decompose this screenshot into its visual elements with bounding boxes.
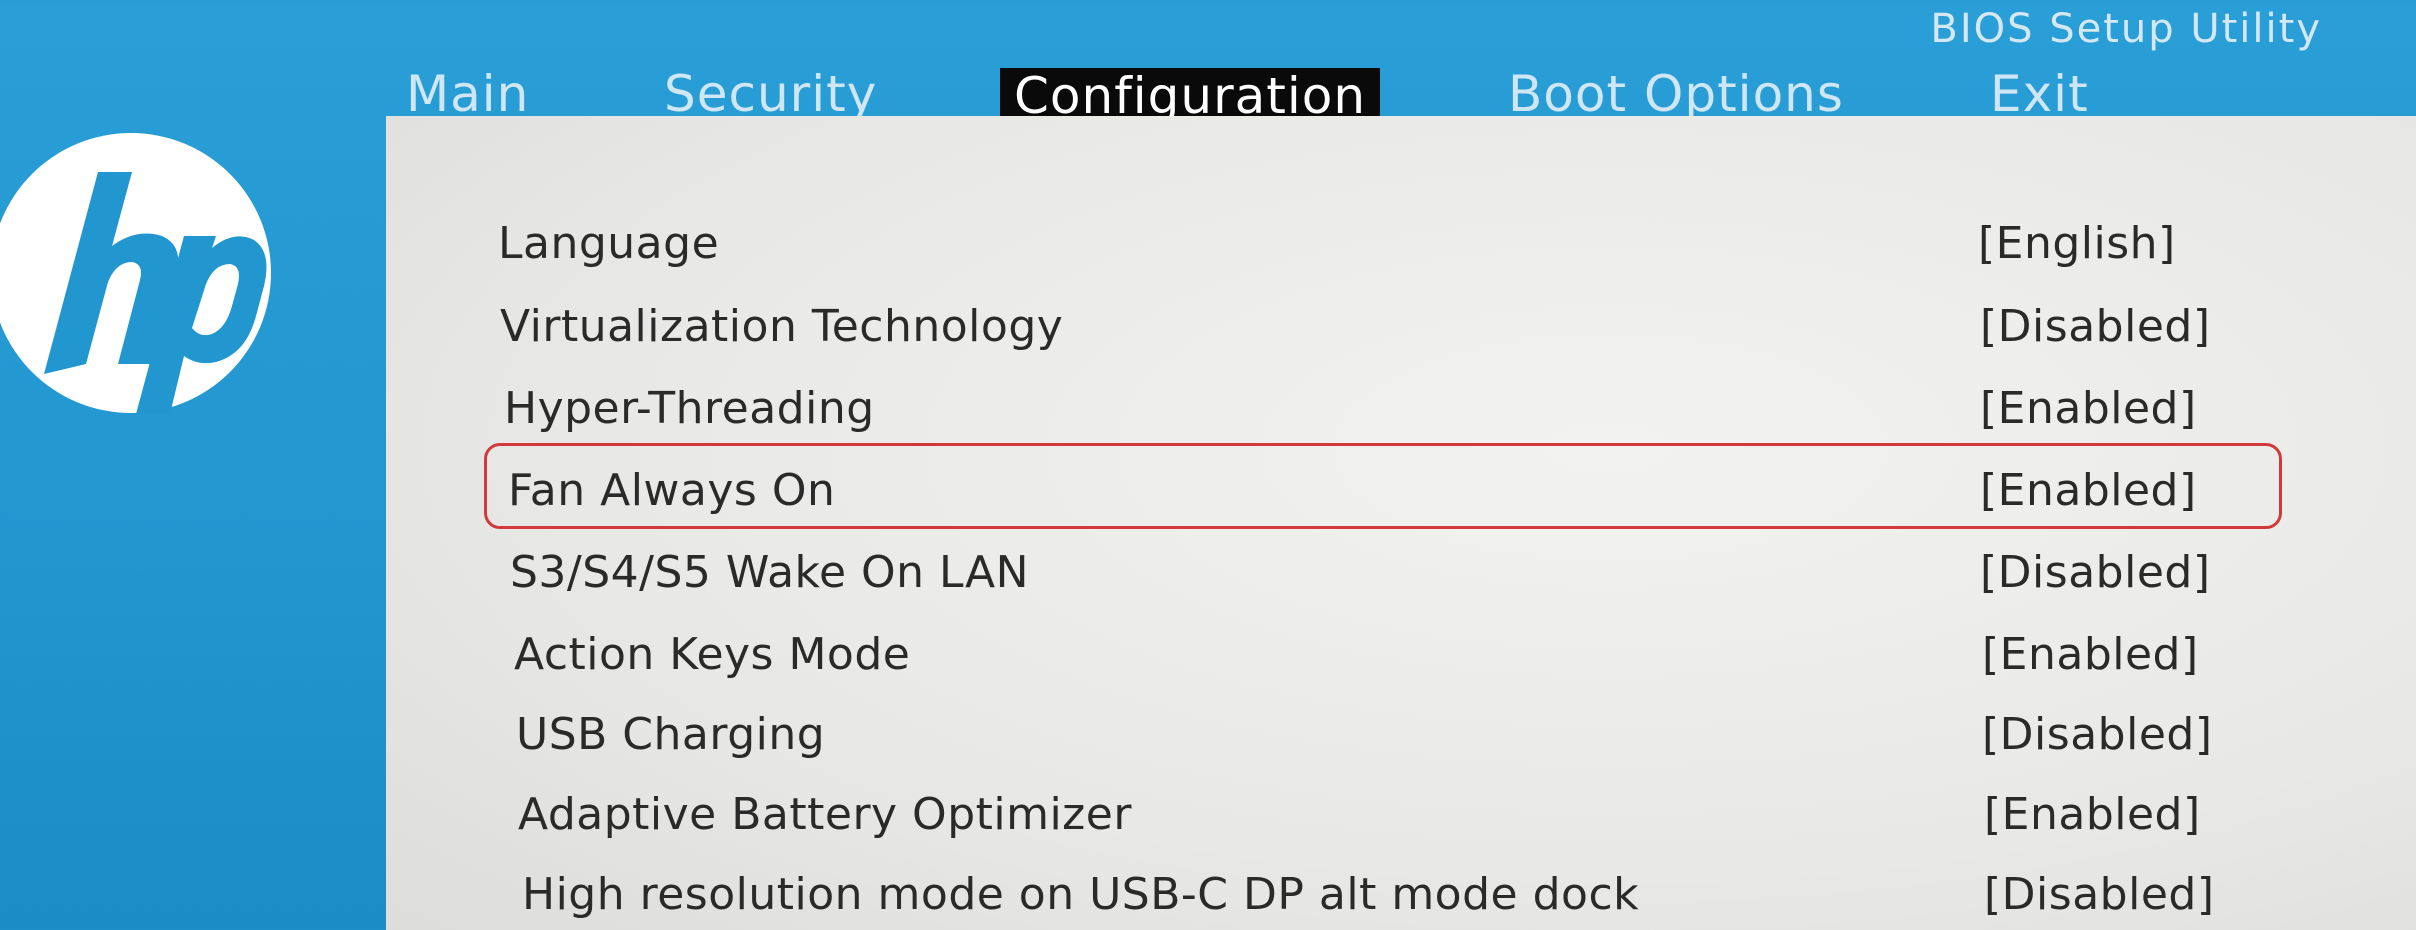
setting-label: Action Keys Mode: [514, 629, 911, 680]
setting-value[interactable]: [Enabled]: [1980, 374, 2197, 444]
setting-label: Virtualization Technology: [500, 301, 1064, 352]
setting-label: Language: [498, 218, 720, 269]
utility-title: BIOS Setup Utility: [1930, 6, 2322, 52]
setting-label: Hyper-Threading: [504, 383, 875, 434]
setting-value[interactable]: [Disabled]: [1980, 538, 2210, 608]
tab-security[interactable]: Security: [650, 64, 891, 124]
setting-label: Adaptive Battery Optimizer: [518, 789, 1132, 840]
hp-logo-icon: [0, 124, 276, 422]
setting-value[interactable]: [Enabled]: [1980, 456, 2197, 526]
setting-label: High resolution mode on USB-C DP alt mod…: [522, 869, 1640, 920]
setting-value[interactable]: [Enabled]: [1982, 620, 2199, 690]
setting-value[interactable]: [Disabled]: [1982, 700, 2212, 770]
tab-main[interactable]: Main: [392, 64, 543, 124]
setting-label: S3/S4/S5 Wake On LAN: [510, 547, 1030, 598]
setting-value[interactable]: [English]: [1978, 209, 2176, 279]
setting-label: USB Charging: [516, 709, 826, 760]
setting-label: Fan Always On: [508, 465, 836, 516]
setting-value[interactable]: [Disabled]: [1980, 292, 2210, 362]
tab-exit[interactable]: Exit: [1976, 64, 2103, 124]
tab-boot-options[interactable]: Boot Options: [1494, 64, 1858, 124]
setting-value[interactable]: [Disabled]: [1984, 860, 2214, 930]
setting-value[interactable]: [Enabled]: [1984, 780, 2201, 850]
